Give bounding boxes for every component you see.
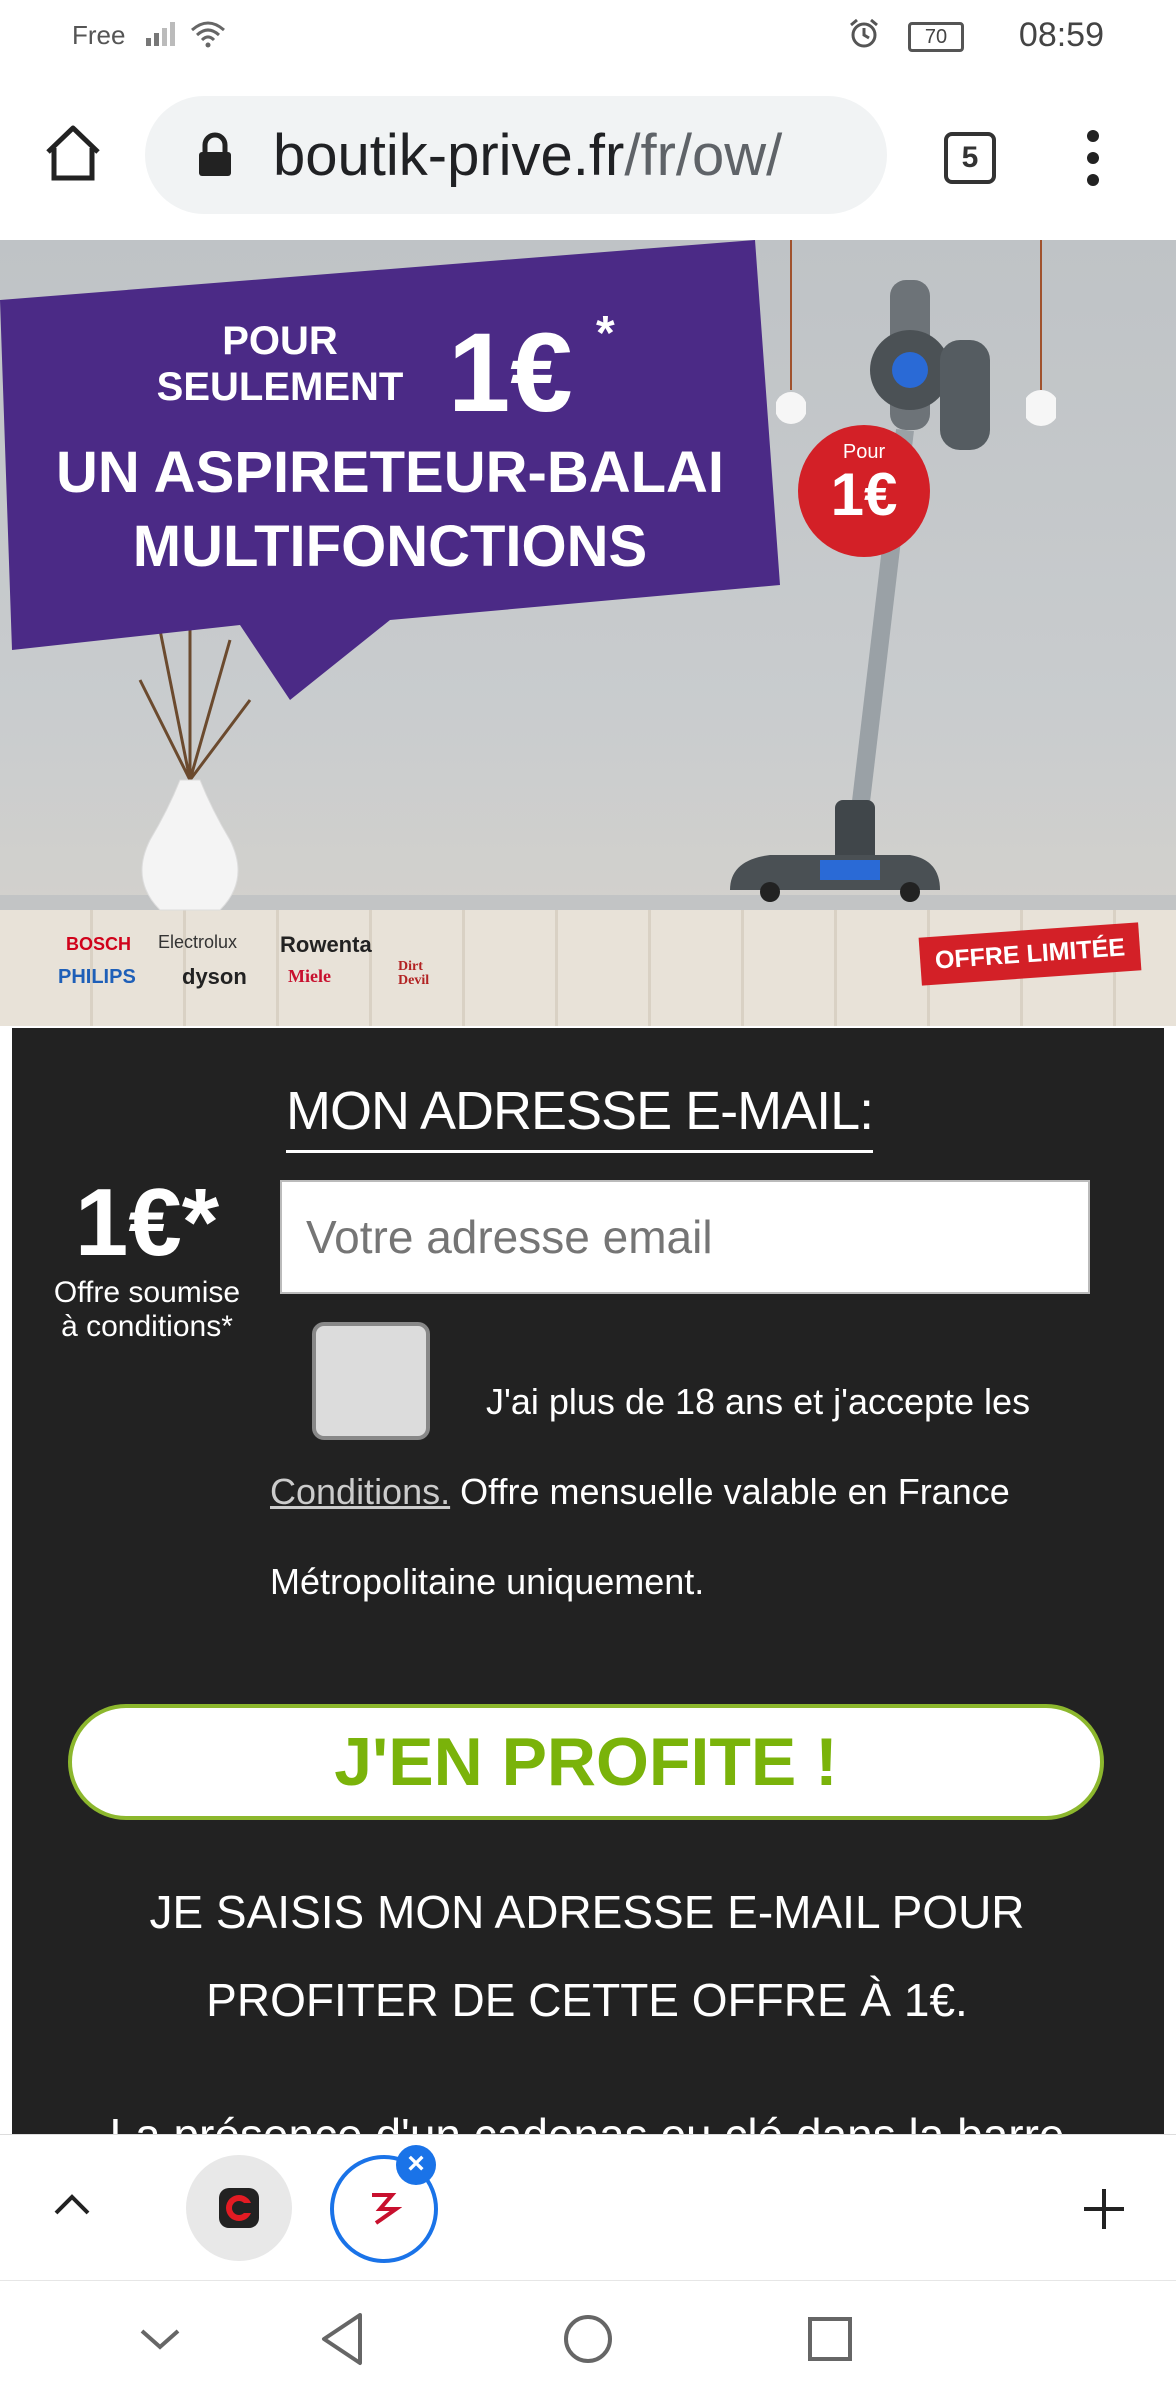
info-text-line2: PROFITER DE CETTE OFFRE À 1€. — [206, 1974, 968, 2026]
banner-seulement-text: SEULEMENT — [156, 365, 404, 409]
brand-logo: PHILIPS — [58, 966, 136, 988]
banner-price: 1€ — [448, 310, 573, 435]
offer-conditions-line2: à conditions* — [61, 1310, 233, 1343]
chevron-up-icon[interactable] — [52, 2189, 92, 2224]
hide-keyboard-icon[interactable] — [138, 2325, 182, 2360]
tab-strip: × — [0, 2134, 1176, 2281]
info-text-line1: JE SAISIS MON ADRESSE E-MAIL POUR — [149, 1886, 1025, 1938]
lock-icon — [197, 132, 233, 183]
home-icon[interactable] — [42, 122, 104, 189]
url-text: boutik-prive.fr/fr/ow/ — [273, 122, 782, 189]
clock: 08:59 — [1018, 16, 1104, 54]
email-label: MON ADRESSE E-MAIL: — [286, 1080, 874, 1153]
signal-icon — [146, 22, 180, 53]
battery-indicator: 70 — [908, 22, 964, 52]
email-input[interactable] — [280, 1180, 1090, 1294]
wifi-icon — [190, 20, 226, 55]
status-bar: Free 70 08:59 — [0, 0, 1176, 72]
brand-logo: Miele — [288, 966, 331, 986]
brand-logo: Electrolux — [158, 932, 238, 952]
info-text: JE SAISIS MON ADRESSE E-MAIL POUR PROFIT… — [72, 1868, 1102, 2044]
terms-text-line2: Conditions. Offre mensuelle valable en F… — [270, 1471, 1010, 1513]
recents-icon[interactable] — [806, 2315, 854, 2368]
offer-conditions-line1: Offre soumise — [53, 1276, 241, 1309]
tab-thumbnail[interactable] — [186, 2155, 292, 2261]
terms-checkbox[interactable] — [312, 1322, 430, 1440]
terms-text-line3: Métropolitaine uniquement. — [270, 1561, 705, 1602]
price-badge-top: Pour — [842, 441, 886, 463]
carrier-label: Free — [72, 20, 126, 50]
banner-headline-line1: UN ASPIRETEUR-BALAI — [55, 440, 725, 505]
banner-pour-text: POUR — [222, 319, 338, 363]
url-bar[interactable]: boutik-prive.fr/fr/ow/ — [145, 96, 887, 214]
browser-toolbar: boutik-prive.fr/fr/ow/ 5 — [0, 72, 1176, 241]
price-badge: Pour 1€ — [798, 425, 930, 557]
url-path: /fr/ow/ — [624, 123, 783, 188]
site-favicon-icon — [219, 2188, 259, 2228]
price-badge-price: 1€ — [830, 461, 898, 528]
submit-cta-button[interactable]: J'EN PROFITE ! — [68, 1704, 1104, 1820]
banner-pour-seulement: POUR SEULEMENT — [150, 318, 410, 410]
tab-switcher-button[interactable]: 5 — [944, 132, 996, 184]
brand-logo: Dirt Devil — [398, 959, 430, 988]
new-tab-icon[interactable] — [1082, 2187, 1126, 2236]
more-menu-icon[interactable] — [1082, 130, 1104, 191]
close-tab-icon[interactable]: × — [396, 2145, 436, 2185]
alarm-icon — [848, 18, 880, 57]
terms-text-rest: Offre mensuelle valable en France — [450, 1471, 1010, 1512]
terms-text-line1: J'ai plus de 18 ans et j'accepte les — [486, 1381, 1031, 1422]
system-navigation-bar — [0, 2280, 1176, 2401]
site-favicon-icon — [372, 2193, 402, 2225]
hero-banner-image[interactable]: POUR SEULEMENT 1€ * UN ASPIRETEUR-BALAI … — [0, 240, 1176, 1026]
banner-headline-line2: MULTIFONCTIONS — [132, 514, 648, 579]
url-host: boutik-prive.fr — [273, 123, 625, 188]
brand-logo: BOSCH — [66, 934, 132, 954]
offer-conditions-note: Offre soumise à conditions* — [12, 1276, 282, 1344]
home-nav-icon[interactable] — [562, 2313, 614, 2370]
back-icon[interactable] — [318, 2311, 366, 2372]
offer-price: 1€* — [74, 1169, 220, 1276]
banner-headline: UN ASPIRETEUR-BALAI MULTIFONCTIONS — [30, 436, 750, 584]
brand-logo: Rowenta — [280, 932, 372, 957]
brand-logo: dyson — [182, 964, 247, 989]
banner-asterisk: * — [596, 307, 615, 360]
conditions-link[interactable]: Conditions. — [270, 1471, 450, 1512]
